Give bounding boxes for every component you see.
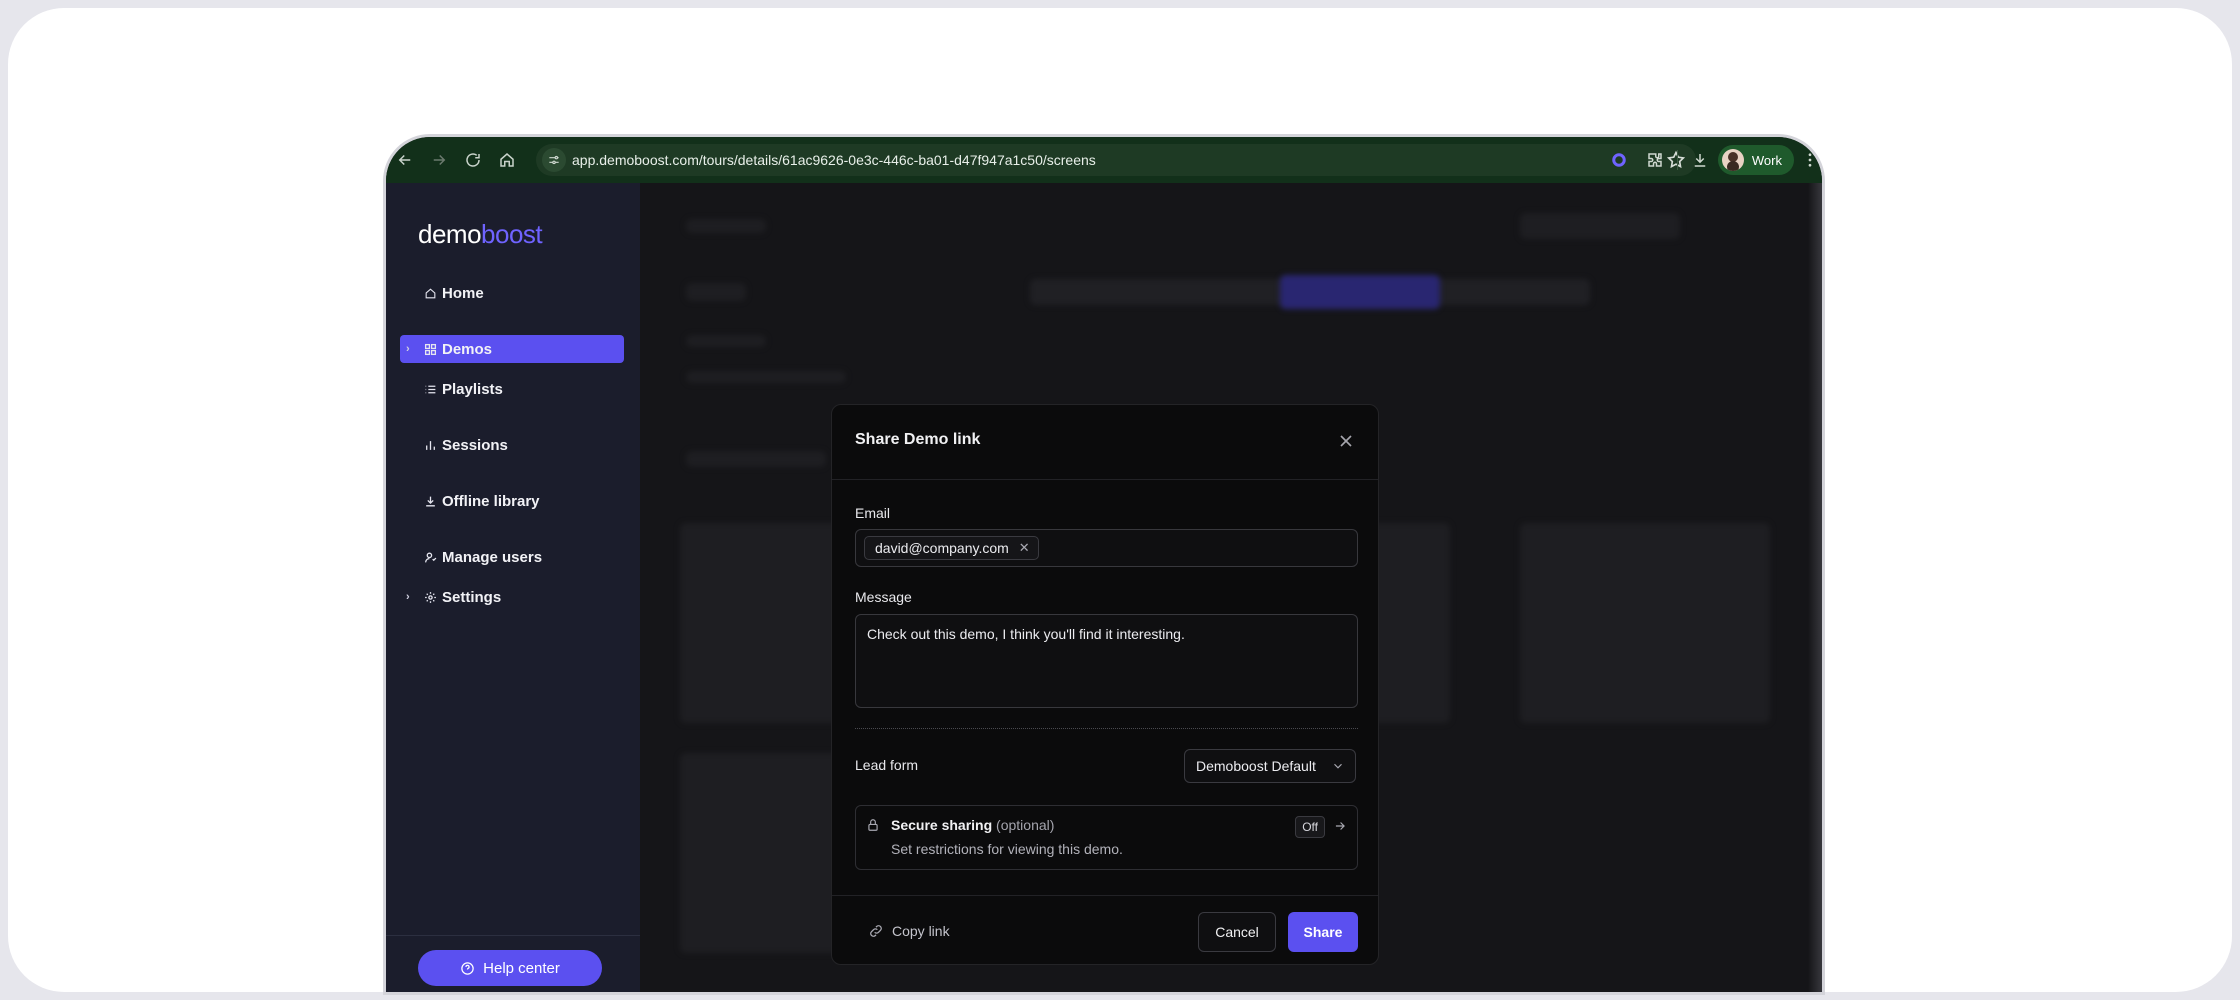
avatar: [1721, 149, 1744, 171]
sidebar-item-playlists[interactable]: Playlists: [400, 375, 624, 403]
download-icon: [422, 493, 438, 509]
secure-sharing-description: Set restrictions for viewing this demo.: [891, 841, 1123, 857]
email-chip[interactable]: david@company.com ✕: [864, 536, 1039, 560]
site-settings-icon[interactable]: [542, 148, 566, 172]
reload-icon[interactable]: [458, 145, 488, 175]
secure-title-text: Secure sharing: [891, 817, 993, 833]
modal-header: Share Demo link: [832, 405, 1378, 480]
user-icon: [422, 549, 438, 565]
sidebar-item-demos[interactable]: › Demos: [400, 335, 624, 363]
address-bar[interactable]: app.demoboost.com/tours/details/61ac9626…: [536, 144, 1696, 176]
help-circle-icon: [461, 961, 474, 975]
sidebar-item-label: Playlists: [442, 380, 503, 398]
edge-shadow: [1808, 183, 1822, 992]
secure-optional-text: (optional): [996, 817, 1055, 833]
sidebar-item-manage-users[interactable]: Manage users: [400, 543, 624, 571]
sidebar-item-sessions[interactable]: Sessions: [400, 431, 624, 459]
list-icon: [422, 381, 438, 397]
email-chip-text: david@company.com: [875, 540, 1009, 556]
message-label: Message: [855, 589, 912, 605]
message-text: Check out this demo, I think you'll find…: [867, 626, 1185, 642]
modal-footer-divider: [832, 895, 1378, 896]
link-icon: [870, 925, 882, 937]
arrow-right-icon[interactable]: [1333, 819, 1347, 833]
sidebar-item-home[interactable]: Home: [400, 279, 624, 307]
browser-toolbar: app.demoboost.com/tours/details/61ac9626…: [386, 137, 1822, 183]
sidebar-divider: [386, 935, 640, 936]
downloads-icon[interactable]: [1682, 142, 1718, 178]
toolbar-separator: [1676, 150, 1678, 170]
back-icon[interactable]: [390, 145, 420, 175]
home-browser-icon[interactable]: [492, 145, 522, 175]
modal-title: Share Demo link: [855, 431, 981, 448]
sidebar-item-offline-library[interactable]: Offline library: [400, 487, 624, 515]
help-center-button[interactable]: Help center: [418, 950, 602, 986]
share-button[interactable]: Share: [1288, 912, 1358, 952]
logo-part-demo: demo: [418, 219, 482, 249]
chevron-right-icon: ›: [406, 591, 410, 603]
bar-chart-icon: [422, 437, 438, 453]
profile-label: Work: [1751, 152, 1782, 168]
extension-circle-icon[interactable]: [1601, 142, 1637, 178]
chevron-right-icon: ›: [406, 343, 410, 355]
lead-form-select[interactable]: Demoboost Default: [1184, 749, 1356, 783]
home-icon: [422, 285, 438, 301]
sidebar-item-label: Manage users: [442, 548, 543, 566]
logo[interactable]: demoboost: [418, 219, 543, 250]
copy-link-button[interactable]: Copy link: [868, 923, 950, 939]
share-demo-modal: Share Demo link Email david@company.com …: [831, 404, 1379, 965]
sidebar: demoboost Home › Demos Playlists Session…: [386, 183, 640, 992]
lead-form-value: Demoboost Default: [1196, 758, 1316, 774]
chevron-down-icon: [1331, 759, 1345, 773]
lead-form-label: Lead form: [855, 757, 919, 773]
close-icon[interactable]: [1336, 431, 1356, 451]
app-area: demoboost Home › Demos Playlists Session…: [386, 183, 1822, 992]
grid-icon: [422, 341, 438, 357]
copy-link-label: Copy link: [892, 923, 950, 939]
extensions-puzzle-icon[interactable]: [1637, 142, 1673, 178]
cancel-button[interactable]: Cancel: [1198, 912, 1276, 952]
remove-chip-icon[interactable]: ✕: [1019, 540, 1030, 556]
email-label: Email: [855, 505, 891, 521]
sidebar-item-label: Home: [442, 284, 484, 302]
secure-sharing-row[interactable]: Secure sharing (optional) Set restrictio…: [855, 805, 1358, 870]
sidebar-item-label: Settings: [442, 588, 502, 606]
browser-menu-icon[interactable]: [1798, 142, 1822, 178]
logo-part-boost: boost: [481, 219, 543, 249]
lock-icon: [866, 818, 880, 832]
forward-icon[interactable]: [424, 145, 454, 175]
profile-button[interactable]: Work: [1717, 145, 1794, 175]
sidebar-item-label: Demos: [442, 340, 493, 358]
sidebar-item-settings[interactable]: › Settings: [400, 583, 624, 611]
sidebar-item-label: Sessions: [442, 436, 508, 454]
email-field[interactable]: david@company.com ✕: [855, 529, 1358, 567]
secure-sharing-title: Secure sharing (optional): [891, 817, 1054, 833]
status-badge: Off: [1295, 816, 1325, 838]
help-center-label: Help center: [483, 959, 560, 977]
sidebar-item-label: Offline library: [442, 492, 540, 510]
section-divider: [855, 728, 1358, 729]
gear-icon: [422, 589, 438, 605]
message-textarea[interactable]: Check out this demo, I think you'll find…: [855, 614, 1358, 708]
url-text: app.demoboost.com/tours/details/61ac9626…: [572, 152, 1096, 168]
browser-window: app.demoboost.com/tours/details/61ac9626…: [386, 137, 1822, 992]
